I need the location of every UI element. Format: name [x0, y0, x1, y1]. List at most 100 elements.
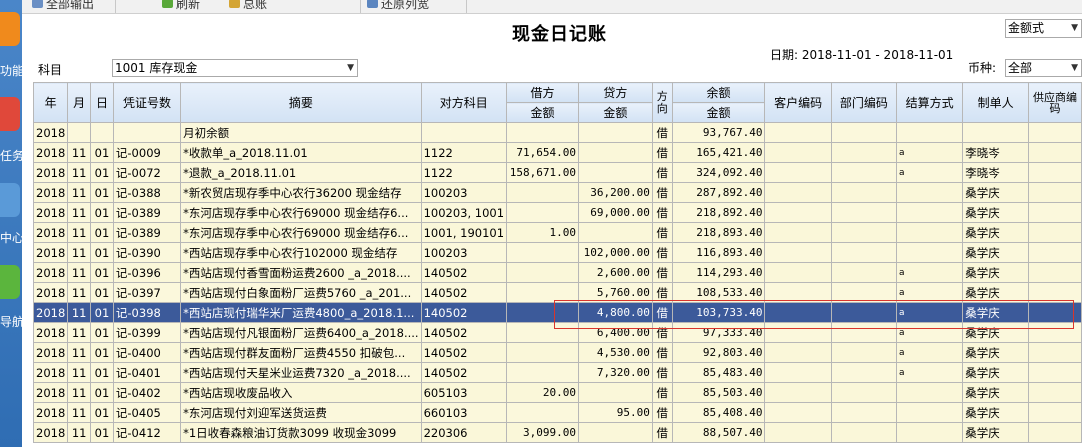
- debit-cell[interactable]: 20.00: [506, 382, 579, 403]
- month-cell[interactable]: 11: [67, 182, 92, 203]
- balance-cell[interactable]: 92,803.40: [671, 342, 766, 363]
- month-cell[interactable]: 11: [67, 222, 92, 243]
- col-month[interactable]: 月: [67, 82, 92, 123]
- customer-cell[interactable]: [764, 302, 832, 323]
- summary-cell[interactable]: *西站店现付凡银面粉厂运费6400_a_2018....: [180, 322, 422, 343]
- ledger-button[interactable]: 总账: [229, 0, 267, 11]
- balance-cell[interactable]: 88,507.40: [671, 422, 766, 443]
- settle-cell[interactable]: a: [896, 302, 964, 323]
- customer-cell[interactable]: [764, 282, 832, 303]
- debit-cell[interactable]: 3,099.00: [506, 422, 579, 443]
- table-row[interactable]: 2018 月初余额 借 93,767.40: [32, 122, 1082, 143]
- summary-cell[interactable]: *退款_a_2018.11.01: [180, 162, 422, 183]
- counter-account-cell[interactable]: 1122: [420, 142, 508, 163]
- settle-cell[interactable]: a: [896, 342, 964, 363]
- month-cell[interactable]: 11: [67, 402, 92, 423]
- balance-cell[interactable]: 103,733.40: [671, 302, 766, 323]
- debit-cell[interactable]: 158,671.00: [506, 162, 579, 183]
- voucher-cell[interactable]: 记-0388: [112, 182, 182, 203]
- year-cell[interactable]: 2018: [32, 362, 69, 383]
- credit-cell[interactable]: [578, 422, 653, 443]
- direction-cell[interactable]: 借: [651, 122, 673, 143]
- direction-cell[interactable]: 借: [651, 222, 673, 243]
- customer-cell[interactable]: [764, 322, 832, 343]
- counter-account-cell[interactable]: 1001, 190101: [420, 222, 508, 243]
- summary-cell[interactable]: *新农贸店现存季中心农行36200 现金结存: [180, 182, 422, 203]
- dept-cell[interactable]: [830, 322, 898, 343]
- balance-cell[interactable]: 165,421.40: [671, 142, 766, 163]
- month-cell[interactable]: 11: [67, 322, 92, 343]
- debit-cell[interactable]: [506, 282, 579, 303]
- supplier-cell[interactable]: [1027, 362, 1082, 383]
- dept-cell[interactable]: [830, 242, 898, 263]
- credit-cell[interactable]: 5,760.00: [578, 282, 653, 303]
- day-cell[interactable]: 01: [90, 382, 114, 403]
- voucher-cell[interactable]: 记-0390: [112, 242, 182, 263]
- voucher-cell[interactable]: 记-0398: [112, 302, 182, 323]
- settle-cell[interactable]: a: [896, 162, 964, 183]
- counter-account-cell[interactable]: 220306: [420, 422, 508, 443]
- direction-cell[interactable]: 借: [651, 262, 673, 283]
- direction-cell[interactable]: 借: [651, 422, 673, 443]
- credit-cell[interactable]: 102,000.00: [578, 242, 653, 263]
- balance-cell[interactable]: 287,892.40: [671, 182, 766, 203]
- table-row[interactable]: 2018 11 01 记-0396 *西站店现付香雪面粉运费2600 _a_2018..…: [32, 262, 1082, 283]
- table-row[interactable]: 2018 11 01 记-0072 *退款_a_2018.11.01 1122 158,67…: [32, 162, 1082, 183]
- supplier-cell[interactable]: [1027, 322, 1082, 343]
- direction-cell[interactable]: 借: [651, 402, 673, 423]
- customer-cell[interactable]: [764, 262, 832, 283]
- dept-cell[interactable]: [830, 222, 898, 243]
- balance-cell[interactable]: 324,092.40: [671, 162, 766, 183]
- settle-cell[interactable]: [896, 122, 964, 143]
- maker-cell[interactable]: 桑学庆: [962, 182, 1029, 203]
- col-debit[interactable]: 借方: [506, 82, 579, 103]
- month-cell[interactable]: 11: [67, 382, 92, 403]
- credit-cell[interactable]: 69,000.00: [578, 202, 653, 223]
- col-direction[interactable]: 方向: [651, 82, 673, 123]
- table-row[interactable]: 2018 11 01 记-0400 *西站店现付群友面粉厂运费4550 扣破包... 14…: [32, 342, 1082, 363]
- debit-cell[interactable]: [506, 182, 579, 203]
- debit-cell[interactable]: [506, 302, 579, 323]
- customer-cell[interactable]: [764, 142, 832, 163]
- table-row[interactable]: 2018 11 01 记-0398 *西站店现付瑞华米厂运费4800_a_2018.1.…: [32, 302, 1082, 323]
- customer-cell[interactable]: [764, 162, 832, 183]
- col-voucher[interactable]: 凭证号数: [112, 82, 182, 123]
- summary-cell[interactable]: 月初余额: [180, 122, 422, 143]
- settle-cell[interactable]: [896, 202, 964, 223]
- year-cell[interactable]: 2018: [32, 202, 69, 223]
- debit-cell[interactable]: [506, 242, 579, 263]
- maker-cell[interactable]: 桑学庆: [962, 202, 1029, 223]
- voucher-cell[interactable]: 记-0389: [112, 222, 182, 243]
- customer-cell[interactable]: [764, 422, 832, 443]
- voucher-cell[interactable]: 记-0072: [112, 162, 182, 183]
- balance-cell[interactable]: 85,483.40: [671, 362, 766, 383]
- credit-cell[interactable]: 4,800.00: [578, 302, 653, 323]
- year-cell[interactable]: 2018: [32, 422, 69, 443]
- credit-cell[interactable]: [578, 122, 653, 143]
- restore-width-button[interactable]: 还原列宽: [367, 0, 429, 11]
- table-row[interactable]: 2018 11 01 记-0402 *西站店现收废品收入 605103 20.00 借 85,5…: [32, 382, 1082, 403]
- debit-cell[interactable]: [506, 362, 579, 383]
- voucher-cell[interactable]: 记-0402: [112, 382, 182, 403]
- month-cell[interactable]: 11: [67, 242, 92, 263]
- col-day[interactable]: 日: [90, 82, 114, 123]
- counter-account-cell[interactable]: 660103: [420, 402, 508, 423]
- customer-cell[interactable]: [764, 402, 832, 423]
- maker-cell[interactable]: 桑学庆: [962, 342, 1029, 363]
- settle-cell[interactable]: [896, 182, 964, 203]
- maker-cell[interactable]: 李晓岑: [962, 142, 1029, 163]
- summary-cell[interactable]: *西站店现付香雪面粉运费2600 _a_2018....: [180, 262, 422, 283]
- counter-account-cell[interactable]: 100203: [420, 242, 508, 263]
- credit-cell[interactable]: 6,400.00: [578, 322, 653, 343]
- counter-account-cell[interactable]: [420, 122, 508, 143]
- supplier-cell[interactable]: [1027, 222, 1082, 243]
- direction-cell[interactable]: 借: [651, 202, 673, 223]
- voucher-cell[interactable]: 记-0397: [112, 282, 182, 303]
- counter-account-cell[interactable]: 100203, 1001: [420, 202, 508, 223]
- day-cell[interactable]: 01: [90, 262, 114, 283]
- customer-cell[interactable]: [764, 222, 832, 243]
- balance-cell[interactable]: 116,893.40: [671, 242, 766, 263]
- day-cell[interactable]: 01: [90, 322, 114, 343]
- summary-cell[interactable]: *收款单_a_2018.11.01: [180, 142, 422, 163]
- dept-cell[interactable]: [830, 402, 898, 423]
